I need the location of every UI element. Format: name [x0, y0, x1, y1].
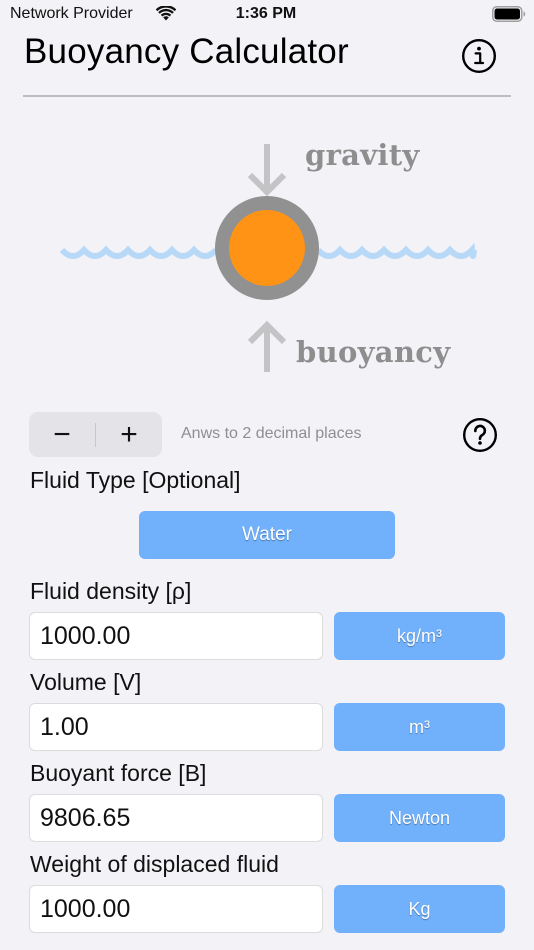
- buoyant-force-input[interactable]: [29, 794, 323, 842]
- fluid-type-selector[interactable]: Water: [139, 511, 395, 559]
- decimal-places-stepper: − +: [29, 412, 162, 457]
- fluid-density-input[interactable]: [29, 612, 323, 660]
- battery-icon: [492, 6, 526, 22]
- gravity-arrow-icon: [247, 144, 287, 197]
- diagram-graphic: [59, 144, 477, 372]
- page-title: Buoyancy Calculator: [24, 32, 349, 71]
- volume-input[interactable]: [29, 703, 323, 751]
- floating-object-core: [229, 210, 305, 286]
- buoyant-force-label: Buoyant force [B]: [30, 760, 207, 786]
- header-divider: [23, 95, 511, 97]
- buoyant-force-unit-button[interactable]: Newton: [334, 794, 505, 842]
- gravity-label: gravity: [305, 138, 420, 172]
- increment-decimals-button[interactable]: +: [96, 412, 162, 457]
- info-circle-icon: [461, 38, 497, 74]
- volume-unit-button[interactable]: m³: [334, 703, 505, 751]
- fluid-density-label: Fluid density [ρ]: [30, 578, 192, 604]
- status-bar: Network Provider 1:36 PM: [0, 0, 534, 30]
- info-button[interactable]: [461, 38, 497, 74]
- buoyancy-diagram: gravity buoyancy: [0, 130, 534, 390]
- displaced-weight-input[interactable]: [29, 885, 323, 933]
- buoyancy-calculator-screen: Network Provider 1:36 PM Buoyancy Calcul…: [0, 0, 534, 950]
- water-wave-right: [315, 242, 477, 259]
- displaced-weight-label: Weight of displaced fluid: [30, 851, 279, 877]
- displaced-weight-unit-button[interactable]: Kg: [334, 885, 505, 933]
- question-circle-icon: [462, 417, 498, 453]
- decrement-decimals-button[interactable]: −: [29, 412, 95, 457]
- precision-description: Anws to 2 decimal places: [181, 425, 362, 442]
- clock: 1:36 PM: [235, 5, 297, 22]
- help-button[interactable]: [462, 417, 498, 453]
- fluid-type-label: Fluid Type [Optional]: [30, 467, 241, 493]
- fluid-density-unit-button[interactable]: kg/m³: [334, 612, 505, 660]
- buoyancy-label: buoyancy: [296, 335, 451, 369]
- water-wave-left: [59, 245, 219, 259]
- volume-label: Volume [V]: [30, 669, 142, 695]
- buoyancy-arrow-icon: [247, 320, 287, 372]
